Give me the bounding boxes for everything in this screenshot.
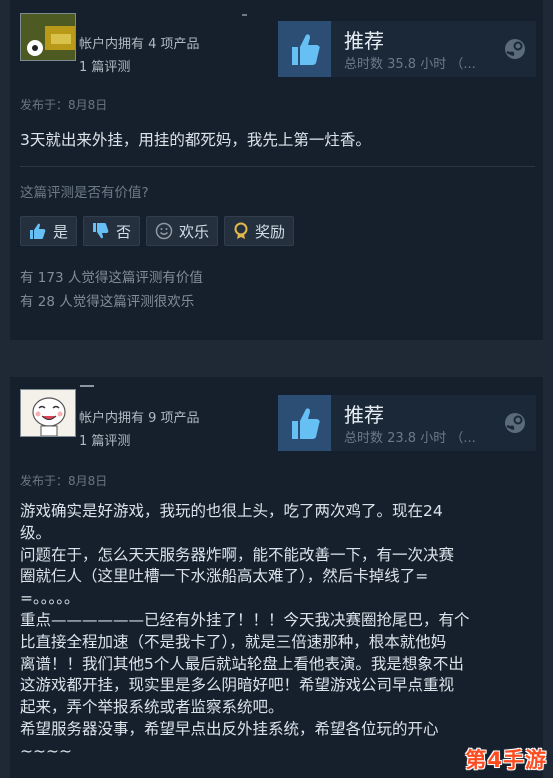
owned-products[interactable]: 帐户内拥有 9 项产品 — [79, 407, 200, 430]
funny-count: 有 28 人觉得这篇评测很欢乐 — [20, 294, 195, 310]
helpful-question: 这篇评测是否有价值? — [20, 185, 149, 201]
steam-logo-icon — [504, 412, 526, 438]
hours-played: 总时数 23.8 小时 （... — [344, 431, 476, 446]
user-info: 帐户内拥有 9 项产品 1 篇评测 — [79, 407, 200, 453]
review-card: 帐户内拥有 9 项产品 1 篇评测 推荐 总时数 23.8 小时 （... 发布… — [10, 377, 543, 778]
smiley-icon — [155, 222, 173, 240]
thumbs-up-icon — [278, 395, 331, 451]
review-line: 比直接全程加速（不是我卡了），就是三倍速那种，根本就他妈 — [20, 632, 447, 651]
review-line: =。。。。。 — [20, 589, 80, 608]
vote-funny-button[interactable]: 欢乐 — [146, 216, 219, 246]
review-count[interactable]: 1 篇评测 — [79, 430, 200, 453]
award-button[interactable]: 奖励 — [224, 216, 295, 246]
watermark-logo: 第4手游 — [465, 748, 547, 772]
review-line: 圈就仨人（这里吐槽一下水涨船高太难了），然后卡掉线了= — [20, 567, 429, 586]
review-count[interactable]: 1 篇评测 — [79, 56, 200, 79]
recommendation-box[interactable]: 推荐 总时数 35.8 小时 （... — [278, 21, 536, 77]
review-line: 重点——————已经有外挂了！！！今天我决赛圈抢尾巴，有个 — [20, 610, 470, 629]
author-name-remnant — [242, 14, 247, 16]
posted-date: 发布于：8月8日 — [20, 474, 108, 488]
award-label: 奖励 — [255, 222, 286, 241]
thumbs-down-icon — [92, 222, 110, 240]
avatar[interactable] — [20, 13, 76, 61]
recommend-label: 推荐 — [344, 29, 384, 53]
posted-date: 发布于：8月8日 — [20, 98, 108, 112]
author-name-remnant — [80, 385, 94, 387]
thumbs-up-icon — [29, 222, 47, 240]
vote-buttons: 是 否 欢乐 奖励 — [20, 216, 295, 246]
owned-products[interactable]: 帐户内拥有 4 项产品 — [79, 33, 200, 56]
review-text: 3天就出来外挂，用挂的都死妈，我先上第一炷香。 — [20, 131, 371, 149]
review-line: 这游戏都开挂，现实里是多么阴暗好吧！希望游戏公司早点重视 — [20, 676, 455, 695]
helpful-count: 有 173 人觉得这篇评测有价值 — [20, 270, 203, 286]
review-text: 游戏确实是好游戏，我玩的也很上头，吃了两次鸡了。现在24 级。 问题在于，怎么天… — [20, 501, 535, 763]
vote-no-label: 否 — [116, 222, 132, 241]
award-icon — [233, 222, 249, 240]
review-line: 问题在于，怎么天天服务器炸啊，能不能改善一下，有一次决赛 — [20, 545, 455, 564]
thumbs-up-icon — [278, 21, 331, 77]
vote-no-button[interactable]: 否 — [83, 216, 141, 246]
review-line: 起来，弄个举报系统或者监察系统吧。 — [20, 698, 284, 717]
review-line: 级。 — [20, 523, 52, 542]
user-info: 帐户内拥有 4 项产品 1 篇评测 — [79, 33, 200, 79]
review-line: 希望服务器没事，希望早点出反外挂系统，希望各位玩的开心 — [20, 719, 439, 738]
steam-logo-icon — [504, 38, 526, 64]
recommendation-box[interactable]: 推荐 总时数 23.8 小时 （... — [278, 395, 536, 451]
hours-played: 总时数 35.8 小时 （... — [344, 57, 476, 72]
vote-yes-button[interactable]: 是 — [20, 216, 78, 246]
recommend-label: 推荐 — [344, 403, 384, 427]
review-line: 游戏确实是好游戏，我玩的也很上头，吃了两次鸡了。现在24 — [20, 502, 443, 520]
review-line: 离谱！！我们其他5个人最后就站轮盘上看他表演。我是想象不出 — [20, 654, 464, 673]
vote-yes-label: 是 — [53, 222, 69, 241]
vote-funny-label: 欢乐 — [179, 222, 210, 241]
avatar[interactable] — [20, 389, 76, 437]
review-line: ~~~~ — [20, 741, 72, 760]
review-card: 帐户内拥有 4 项产品 1 篇评测 推荐 总时数 35.8 小时 （... 发布… — [10, 0, 543, 340]
divider — [20, 166, 535, 167]
